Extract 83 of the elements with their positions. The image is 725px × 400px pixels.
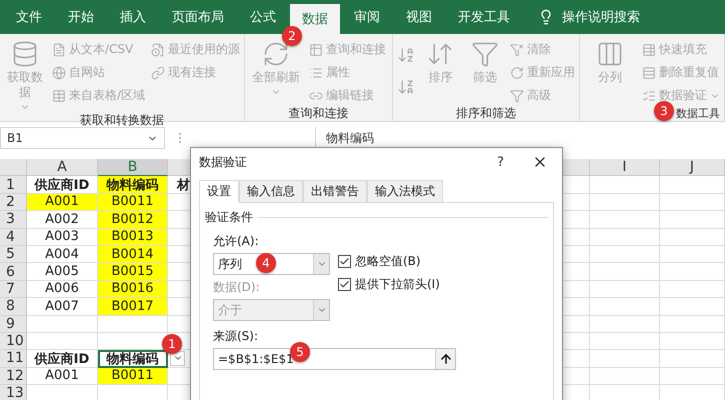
menu-tab[interactable]: 开始 <box>56 0 106 34</box>
row-number: 1 <box>0 176 27 194</box>
globe-icon <box>52 66 66 80</box>
filter-icon <box>510 88 524 102</box>
row-number: 11 <box>0 350 27 368</box>
table-cell: A005 <box>27 263 98 281</box>
dialog-tab[interactable]: 设置 <box>199 180 239 203</box>
table-cell: B0011 <box>98 368 168 386</box>
collapse-button[interactable] <box>435 349 455 369</box>
name-box[interactable]: B1 <box>0 127 165 149</box>
filter-icon <box>470 40 499 68</box>
table-cell: B0012 <box>98 211 168 229</box>
checkbox-label: 忽略空值(B) <box>355 253 421 270</box>
group-label: 数据工具 <box>676 106 720 120</box>
dialog-title: 数据验证 <box>199 154 247 170</box>
row-number: 7 <box>0 280 27 298</box>
menu-tab[interactable]: 视图 <box>394 0 444 34</box>
table-cell: 供应商ID <box>27 176 98 194</box>
search-hint[interactable]: 操作说明搜索 <box>562 8 640 26</box>
checkbox[interactable] <box>338 278 351 291</box>
column-header[interactable]: I <box>590 159 660 176</box>
table-cell: A004 <box>27 246 98 264</box>
column-header[interactable]: A <box>27 159 98 176</box>
menu-tab[interactable]: 插入 <box>108 0 158 34</box>
refresh-icon <box>262 40 290 68</box>
dialog-tab[interactable]: 输入信息 <box>239 180 303 203</box>
help-button[interactable]: ? <box>497 154 504 170</box>
database-icon <box>10 40 39 68</box>
row-number: 2 <box>0 194 27 212</box>
table-cell: A001 <box>27 194 98 212</box>
checklist-icon <box>642 88 656 102</box>
field-label: 来源(S): <box>213 328 260 344</box>
row-number: 5 <box>0 246 27 264</box>
checkbox-label: 提供下拉箭头(I) <box>355 276 440 293</box>
document-clock-icon <box>151 42 165 56</box>
row-number: 8 <box>0 298 27 316</box>
row-number: 9 <box>0 316 27 333</box>
menu-tab[interactable]: 审阅 <box>342 0 392 34</box>
column-header[interactable]: J <box>660 159 725 176</box>
row-number: 4 <box>0 228 27 246</box>
field-label: 允许(A): <box>213 232 260 250</box>
dialog-tab[interactable]: 输入法模式 <box>367 180 443 203</box>
table-cell: A002 <box>27 211 98 229</box>
table-icon <box>52 88 66 102</box>
table-cell: 物料编码 <box>98 176 168 194</box>
table-cell: B0013 <box>98 228 168 246</box>
menu-tab[interactable]: 页面布局 <box>160 0 236 34</box>
menu-tab[interactable]: 开发工具 <box>446 0 522 34</box>
table-icon <box>309 42 323 56</box>
row-number: 12 <box>0 368 27 386</box>
row-number: 3 <box>0 211 27 229</box>
row-number: 6 <box>0 263 27 281</box>
table-cell: A003 <box>27 228 98 246</box>
menu-tab[interactable]: 文件 <box>4 0 54 34</box>
filter-clear-icon <box>510 42 524 56</box>
table-cell: B0015 <box>98 263 168 281</box>
checkbox[interactable] <box>338 255 351 268</box>
row-number: 10 <box>0 332 27 350</box>
check-icon <box>339 279 350 290</box>
document-icon <box>52 42 66 56</box>
group-label: 获取和转换数据 <box>80 112 164 129</box>
dialog-tab[interactable]: 出错警告 <box>303 180 367 203</box>
table-cell: A001 <box>27 368 98 386</box>
table-cell: A007 <box>27 298 98 316</box>
table-cell: 物料编码 <box>98 350 168 368</box>
reapply-icon <box>510 66 524 80</box>
table-cell: A006 <box>27 280 98 298</box>
rows-icon <box>642 66 656 80</box>
check-icon <box>339 256 350 267</box>
columns-icon <box>596 40 624 68</box>
link-icon <box>151 66 165 80</box>
table-cell: B0016 <box>98 280 168 298</box>
table-cell: 供应商ID <box>27 350 98 368</box>
table-cell: B0014 <box>98 246 168 264</box>
field-label: 数据(D): <box>213 278 261 296</box>
group-label: 排序和筛选 <box>456 105 516 122</box>
column-header[interactable]: B <box>98 159 168 176</box>
group-label: 查询和连接 <box>288 105 348 122</box>
table-cell: B0011 <box>98 194 168 212</box>
section-title: 验证条件 <box>205 209 253 226</box>
table-icon <box>642 42 656 56</box>
row-number: 13 <box>0 385 27 400</box>
table-cell: B0017 <box>98 298 168 316</box>
